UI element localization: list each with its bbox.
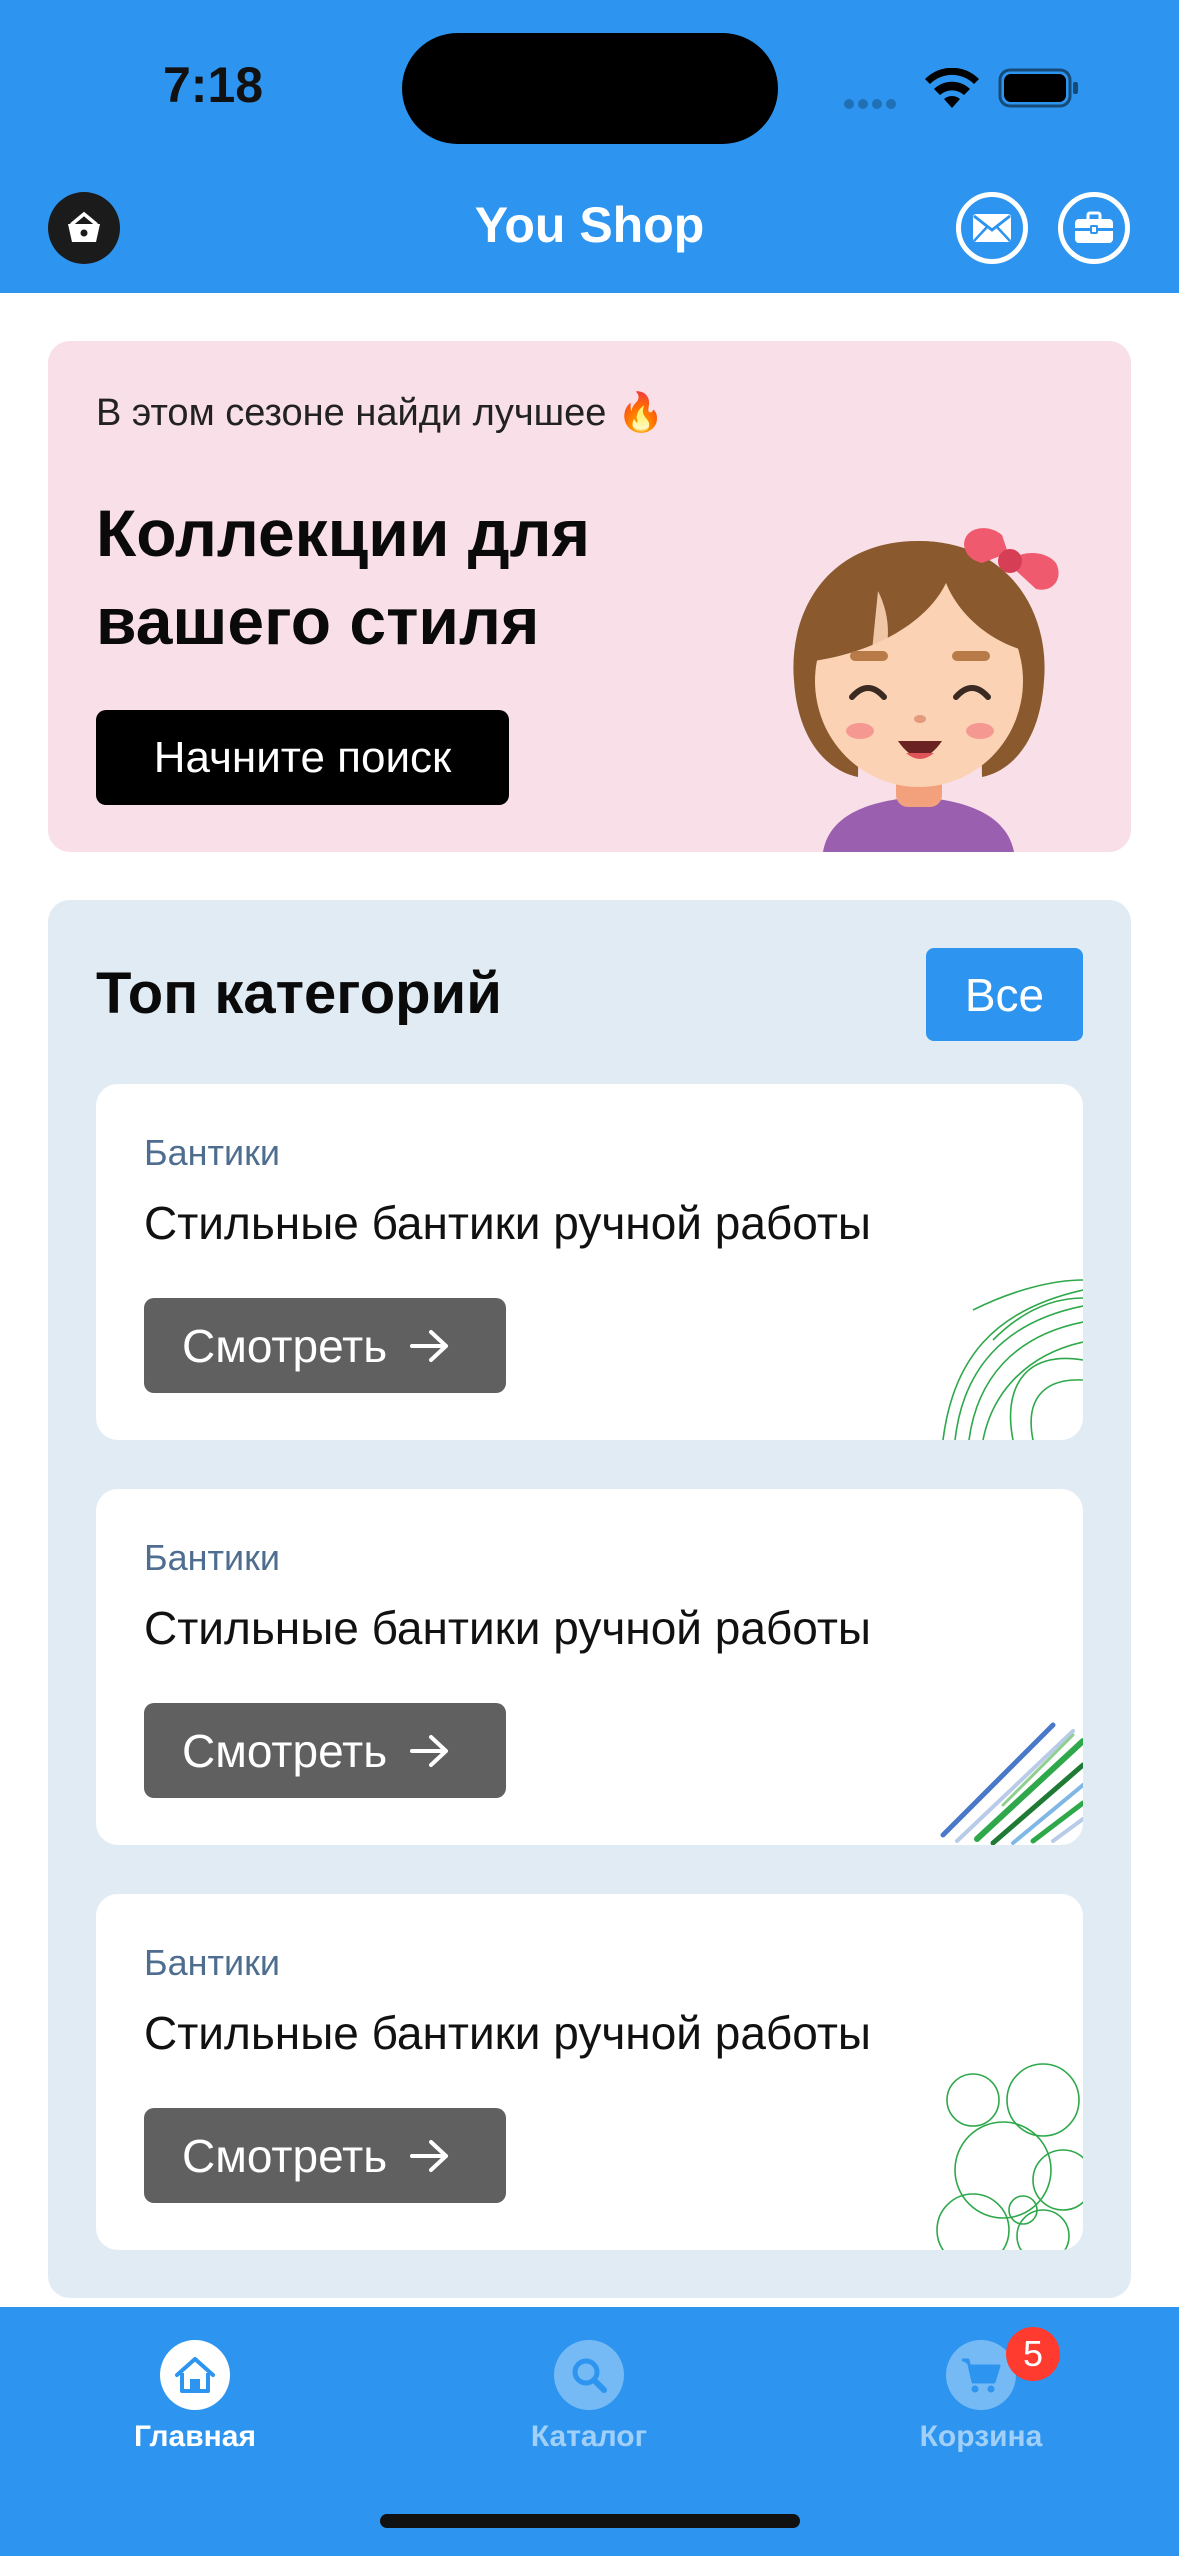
section-title: Топ категорий [96,961,502,1026]
status-time: 7:18 [163,57,264,113]
cart-count-badge: 5 [1006,2327,1060,2381]
battery-icon [998,68,1078,108]
mail-icon [973,214,1011,242]
category-card[interactable]: Бантики Стильные бантики ручной работы С… [96,1084,1083,1440]
mail-button[interactable] [956,192,1028,264]
arrow-right-icon [410,2139,449,2172]
wifi-icon [925,68,979,108]
view-button[interactable]: Смотреть [144,1298,506,1393]
tab-catalog[interactable]: Каталог [459,2307,719,2507]
curves-decoration [942,1279,1083,1440]
view-button[interactable]: Смотреть [144,1703,506,1798]
home-indicator [380,2514,800,2528]
category-description: Стильные бантики ручной работы [144,2007,871,2059]
dynamic-island [402,33,778,144]
tab-label: Каталог [530,2420,648,2453]
top-categories-section: Топ категорий Все Бантики Стильные банти… [48,900,1131,2298]
briefcase-icon [1075,211,1113,243]
category-description: Стильные бантики ручной работы [144,1197,871,1249]
category-card[interactable]: Бантики Стильные бантики ручной работы С… [96,1489,1083,1845]
search-icon [554,2340,624,2410]
stripes-decoration [940,1722,1083,1845]
view-button[interactable]: Смотреть [144,2108,506,2203]
promo-title: Коллекции для вашего стиля [96,496,591,658]
promo-banner: В этом сезоне найди лучшее 🔥 Коллекции д… [48,341,1131,852]
all-categories-button[interactable]: Все [926,948,1083,1041]
home-icon [160,2340,230,2410]
view-button-label: Смотреть [182,2129,388,2182]
category-tag: Бантики [144,1942,280,1983]
briefcase-button[interactable] [1058,192,1130,264]
category-description: Стильные бантики ручной работы [144,1602,871,1654]
girl-illustration [793,528,1059,852]
tab-home[interactable]: Главная [65,2307,325,2507]
signal-icon [844,96,906,109]
category-tag: Бантики [144,1537,280,1578]
arrow-right-icon [410,1329,449,1362]
start-search-button[interactable]: Начните поиск [96,710,509,805]
tab-label: Главная [133,2420,256,2453]
view-button-label: Смотреть [182,1724,388,1777]
tab-label: Корзина [919,2420,1043,2453]
arrow-right-icon [410,1734,449,1767]
tab-cart[interactable]: 5 Корзина [851,2307,1111,2507]
view-button-label: Смотреть [182,1319,388,1372]
app-header: 7:18 You Shop [0,0,1179,293]
category-card[interactable]: Бантики Стильные бантики ручной работы С… [96,1894,1083,2250]
promo-eyebrow: В этом сезоне найди лучшее 🔥 [96,392,665,434]
category-tag: Бантики [144,1132,280,1173]
circles-decoration [936,2063,1083,2250]
